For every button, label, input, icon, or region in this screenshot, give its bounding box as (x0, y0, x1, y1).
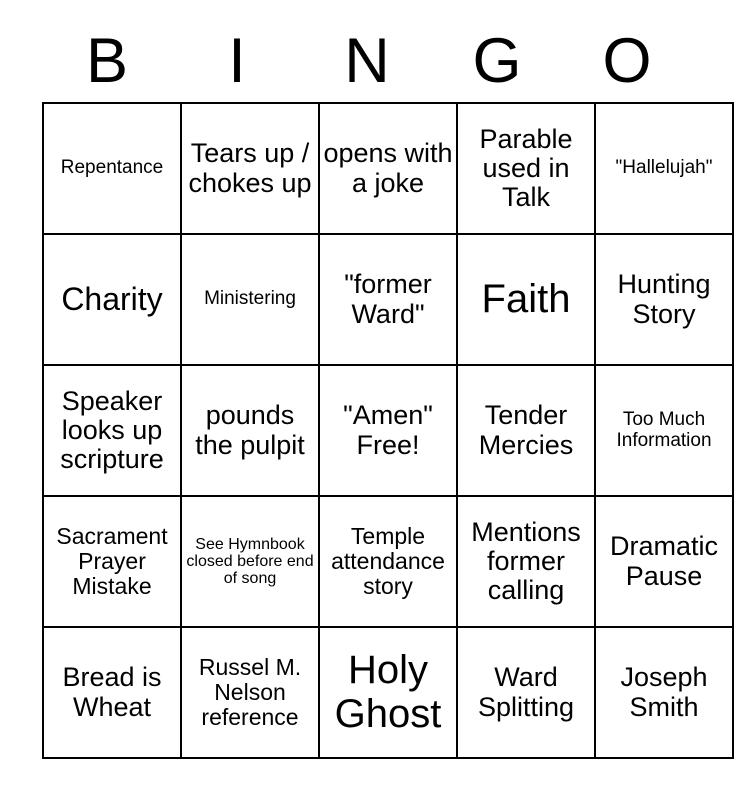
bingo-cell-label: Bread is Wheat (62, 662, 162, 722)
bingo-cell-r3c1[interactable]: Speaker looks up scripture (42, 364, 182, 497)
bingo-cell-r2c1[interactable]: Charity (42, 233, 182, 366)
bingo-header-letter-g: G (472, 25, 522, 96)
bingo-row: Speaker looks up scripture pounds the pul… (42, 364, 734, 497)
bingo-cell-r3c4[interactable]: Tender Mercies (456, 364, 596, 497)
bingo-cell-r1c5[interactable]: "Hallelujah" (594, 102, 734, 235)
bingo-cell-label: Ward Splitting (477, 662, 575, 722)
bingo-cell-label: Joseph Smith (620, 662, 708, 722)
bingo-cell-label: Hunting Story (617, 269, 711, 329)
bingo-cell-label: opens with a joke (323, 138, 453, 198)
bingo-cell-r1c1[interactable]: Repentance (42, 102, 182, 235)
bingo-cell-r4c1[interactable]: Sacrament Prayer Mistake (42, 495, 182, 628)
bingo-cell-r4c5[interactable]: Dramatic Pause (594, 495, 734, 628)
bingo-cell-label: Repentance (60, 157, 164, 179)
bingo-cell-label: Russel M. Nelson reference (198, 654, 302, 730)
bingo-row: Bread is Wheat Russel M. Nelson reference… (42, 626, 734, 759)
bingo-cell-label: Dramatic Pause (609, 531, 718, 591)
bingo-cell-label: Charity (61, 281, 163, 318)
bingo-cell-label: "Amen" Free! (343, 400, 433, 460)
bingo-grid: Repentance Tears up / chokes up opens with… (42, 102, 734, 759)
bingo-row: Repentance Tears up / chokes up opens with… (42, 102, 734, 235)
bingo-cell-r5c2[interactable]: Russel M. Nelson reference (180, 626, 320, 759)
bingo-header-row: BINGO (42, 22, 692, 100)
bingo-cell-label: "Hallelujah" (615, 157, 713, 179)
bingo-cell-r5c1[interactable]: Bread is Wheat (42, 626, 182, 759)
bingo-cell-r4c4[interactable]: Mentions former calling (456, 495, 596, 628)
bingo-cell-r1c4[interactable]: Parable used in Talk (456, 102, 596, 235)
bingo-cell-r2c4[interactable]: Faith (456, 233, 596, 366)
bingo-card: B I N G O Repentance Tears up / chokes up open… (0, 0, 736, 800)
bingo-cell-r3c3[interactable]: "Amen" Free! (318, 364, 458, 497)
bingo-cell-label: pounds the pulpit (195, 400, 305, 460)
bingo-cell-label: See Hymnbook closed before end of song (186, 535, 314, 588)
bingo-cell-r3c2[interactable]: pounds the pulpit (180, 364, 320, 497)
bingo-cell-label: Tears up / chokes up (188, 138, 312, 198)
bingo-row: Charity Ministering "former Ward" Faith Hunt… (42, 233, 734, 366)
bingo-cell-r5c3[interactable]: Holy Ghost (318, 626, 458, 759)
bingo-cell-label: Temple attendance story (331, 523, 445, 599)
bingo-cell-r4c3[interactable]: Temple attendance story (318, 495, 458, 628)
bingo-cell-r5c4[interactable]: Ward Splitting (456, 626, 596, 759)
bingo-cell-label: Tender Mercies (478, 400, 574, 460)
bingo-cell-label: Ministering (204, 288, 296, 310)
bingo-cell-label: "former Ward" (344, 269, 432, 329)
bingo-row: Sacrament Prayer Mistake See Hymnbook clo… (42, 495, 734, 628)
bingo-cell-r3c5[interactable]: Too Much Information (594, 364, 734, 497)
bingo-cell-r5c5[interactable]: Joseph Smith (594, 626, 734, 759)
bingo-cell-r4c2[interactable]: See Hymnbook closed before end of song (180, 495, 320, 628)
bingo-cell-r2c5[interactable]: Hunting Story (594, 233, 734, 366)
bingo-cell-label: Parable used in Talk (479, 123, 573, 213)
bingo-cell-label: Faith (481, 276, 571, 321)
bingo-cell-r1c2[interactable]: Tears up / chokes up (180, 102, 320, 235)
bingo-cell-r2c2[interactable]: Ministering (180, 233, 320, 366)
bingo-header-letter-n: N (344, 25, 390, 96)
bingo-cell-label: Speaker looks up scripture (60, 385, 164, 475)
bingo-header-letter-b: B (85, 25, 129, 96)
bingo-cell-r1c3[interactable]: opens with a joke (318, 102, 458, 235)
bingo-cell-label: Mentions former calling (471, 516, 581, 606)
bingo-header-letter-o: O (602, 25, 652, 96)
bingo-cell-label: Sacrament Prayer Mistake (56, 523, 168, 599)
bingo-cell-r2c3[interactable]: "former Ward" (318, 233, 458, 366)
bingo-cell-label: Holy Ghost (334, 648, 442, 736)
bingo-header-letter-i: I (228, 25, 246, 96)
bingo-cell-label: Too Much Information (616, 408, 712, 451)
